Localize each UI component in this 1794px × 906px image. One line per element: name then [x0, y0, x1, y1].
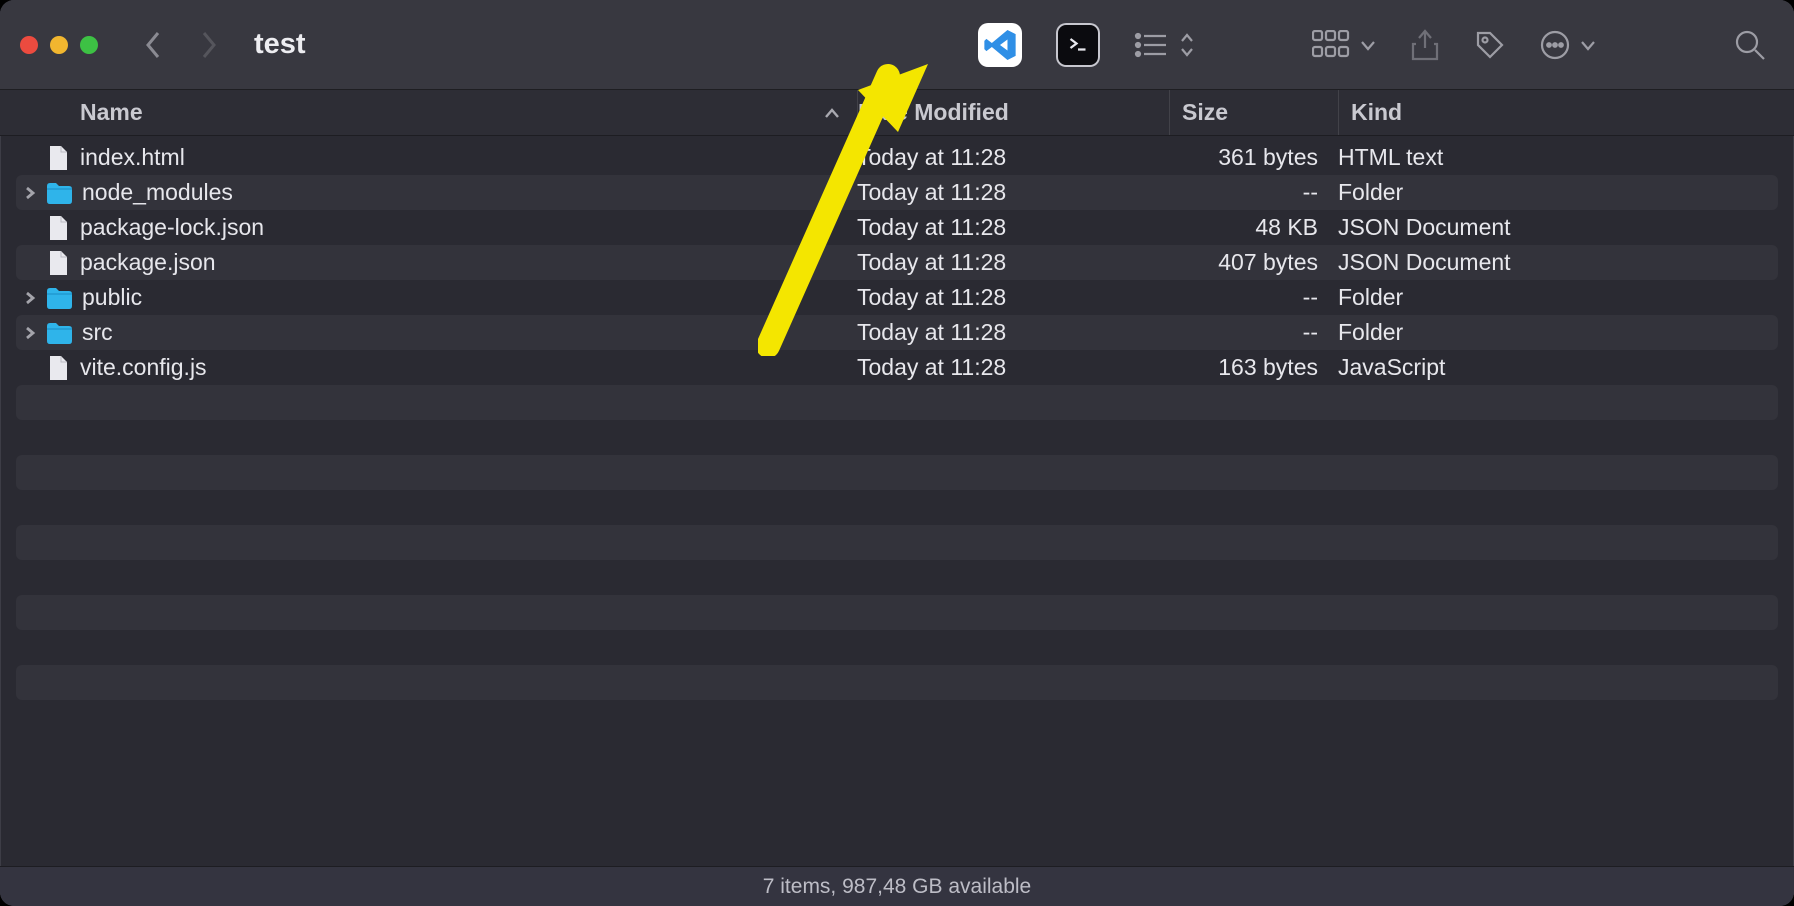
column-header-date-label: Date Modified	[858, 99, 1009, 126]
column-header-name-label: Name	[80, 99, 143, 126]
share-icon[interactable]	[1410, 28, 1440, 62]
column-header-kind[interactable]: Kind	[1338, 90, 1794, 135]
file-icon	[46, 249, 70, 277]
file-row[interactable]: node_modules Today at 11:28--Folder	[16, 175, 1778, 210]
empty-row	[16, 595, 1778, 630]
file-date: Today at 11:28	[857, 284, 1169, 311]
column-header-row: Name Date Modified Size Kind	[0, 90, 1794, 136]
vscode-icon[interactable]	[978, 23, 1022, 67]
empty-row	[16, 490, 1778, 525]
forward-button[interactable]	[188, 25, 228, 65]
sort-indicator-icon	[823, 99, 841, 126]
status-bar: 7 items, 987,48 GB available	[0, 866, 1794, 906]
file-row[interactable]: vite.config.js Today at 11:28163 bytesJav…	[16, 350, 1778, 385]
file-kind: Folder	[1338, 284, 1778, 311]
file-size: --	[1169, 319, 1338, 346]
file-size: --	[1169, 179, 1338, 206]
status-text: 7 items, 987,48 GB available	[763, 875, 1032, 899]
folder-icon	[46, 287, 72, 309]
file-kind: JSON Document	[1338, 249, 1778, 276]
file-row[interactable]: package.json Today at 11:28407 bytesJSON …	[16, 245, 1778, 280]
empty-row	[16, 630, 1778, 665]
file-name: node_modules	[80, 179, 233, 206]
empty-row	[16, 455, 1778, 490]
column-header-size[interactable]: Size	[1169, 90, 1338, 135]
file-row[interactable]: index.html Today at 11:28361 bytesHTML te…	[16, 140, 1778, 175]
disclosure-triangle[interactable]	[22, 291, 38, 305]
folder-title: test	[254, 28, 306, 61]
file-size: 163 bytes	[1169, 354, 1338, 381]
file-name: package.json	[78, 249, 216, 276]
file-name: vite.config.js	[78, 354, 207, 381]
file-row[interactable]: package-lock.json Today at 11:2848 KBJSON…	[16, 210, 1778, 245]
zoom-window-button[interactable]	[80, 36, 98, 54]
file-kind: Folder	[1338, 319, 1778, 346]
finder-window: test	[0, 0, 1794, 906]
file-kind: JavaScript	[1338, 354, 1778, 381]
disclosure-triangle[interactable]	[22, 326, 38, 340]
empty-row	[16, 665, 1778, 700]
terminal-icon[interactable]	[1056, 23, 1100, 67]
file-date: Today at 11:28	[857, 354, 1169, 381]
file-icon	[46, 214, 70, 242]
toolbar: test	[0, 0, 1794, 90]
empty-row	[16, 525, 1778, 560]
file-name: package-lock.json	[78, 214, 264, 241]
file-icon	[46, 354, 70, 382]
file-date: Today at 11:28	[857, 179, 1169, 206]
column-header-date[interactable]: Date Modified	[857, 90, 1169, 135]
back-button[interactable]	[134, 25, 174, 65]
file-date: Today at 11:28	[857, 249, 1169, 276]
file-row[interactable]: src Today at 11:28--Folder	[16, 315, 1778, 350]
close-window-button[interactable]	[20, 36, 38, 54]
nav-buttons	[134, 25, 248, 65]
file-list: index.htmlToday at 11:28361 bytesHTML te…	[0, 136, 1794, 866]
file-date: Today at 11:28	[857, 144, 1169, 171]
tag-icon[interactable]	[1474, 29, 1506, 61]
file-kind: JSON Document	[1338, 214, 1778, 241]
file-size: 407 bytes	[1169, 249, 1338, 276]
file-row[interactable]: public Today at 11:28--Folder	[16, 280, 1778, 315]
list-view-icon[interactable]	[1134, 31, 1194, 59]
file-date: Today at 11:28	[857, 214, 1169, 241]
file-name: src	[80, 319, 113, 346]
file-kind: Folder	[1338, 179, 1778, 206]
group-by-icon[interactable]	[1312, 30, 1376, 60]
column-header-size-label: Size	[1182, 99, 1228, 126]
file-date: Today at 11:28	[857, 319, 1169, 346]
file-name: public	[80, 284, 142, 311]
empty-row	[16, 560, 1778, 595]
empty-row	[16, 700, 1778, 735]
file-size: --	[1169, 284, 1338, 311]
column-header-kind-label: Kind	[1351, 99, 1402, 126]
minimize-window-button[interactable]	[50, 36, 68, 54]
column-header-name[interactable]: Name	[0, 99, 857, 126]
more-icon[interactable]	[1540, 30, 1596, 60]
file-icon	[46, 144, 70, 172]
folder-icon	[46, 322, 72, 344]
empty-row	[16, 385, 1778, 420]
file-kind: HTML text	[1338, 144, 1778, 171]
window-controls	[20, 36, 128, 54]
file-size: 48 KB	[1169, 214, 1338, 241]
file-size: 361 bytes	[1169, 144, 1338, 171]
disclosure-triangle[interactable]	[22, 186, 38, 200]
search-icon[interactable]	[1734, 29, 1766, 61]
folder-icon	[46, 182, 72, 204]
file-name: index.html	[78, 144, 185, 171]
empty-row	[16, 420, 1778, 455]
toolbar-right	[978, 23, 1766, 67]
